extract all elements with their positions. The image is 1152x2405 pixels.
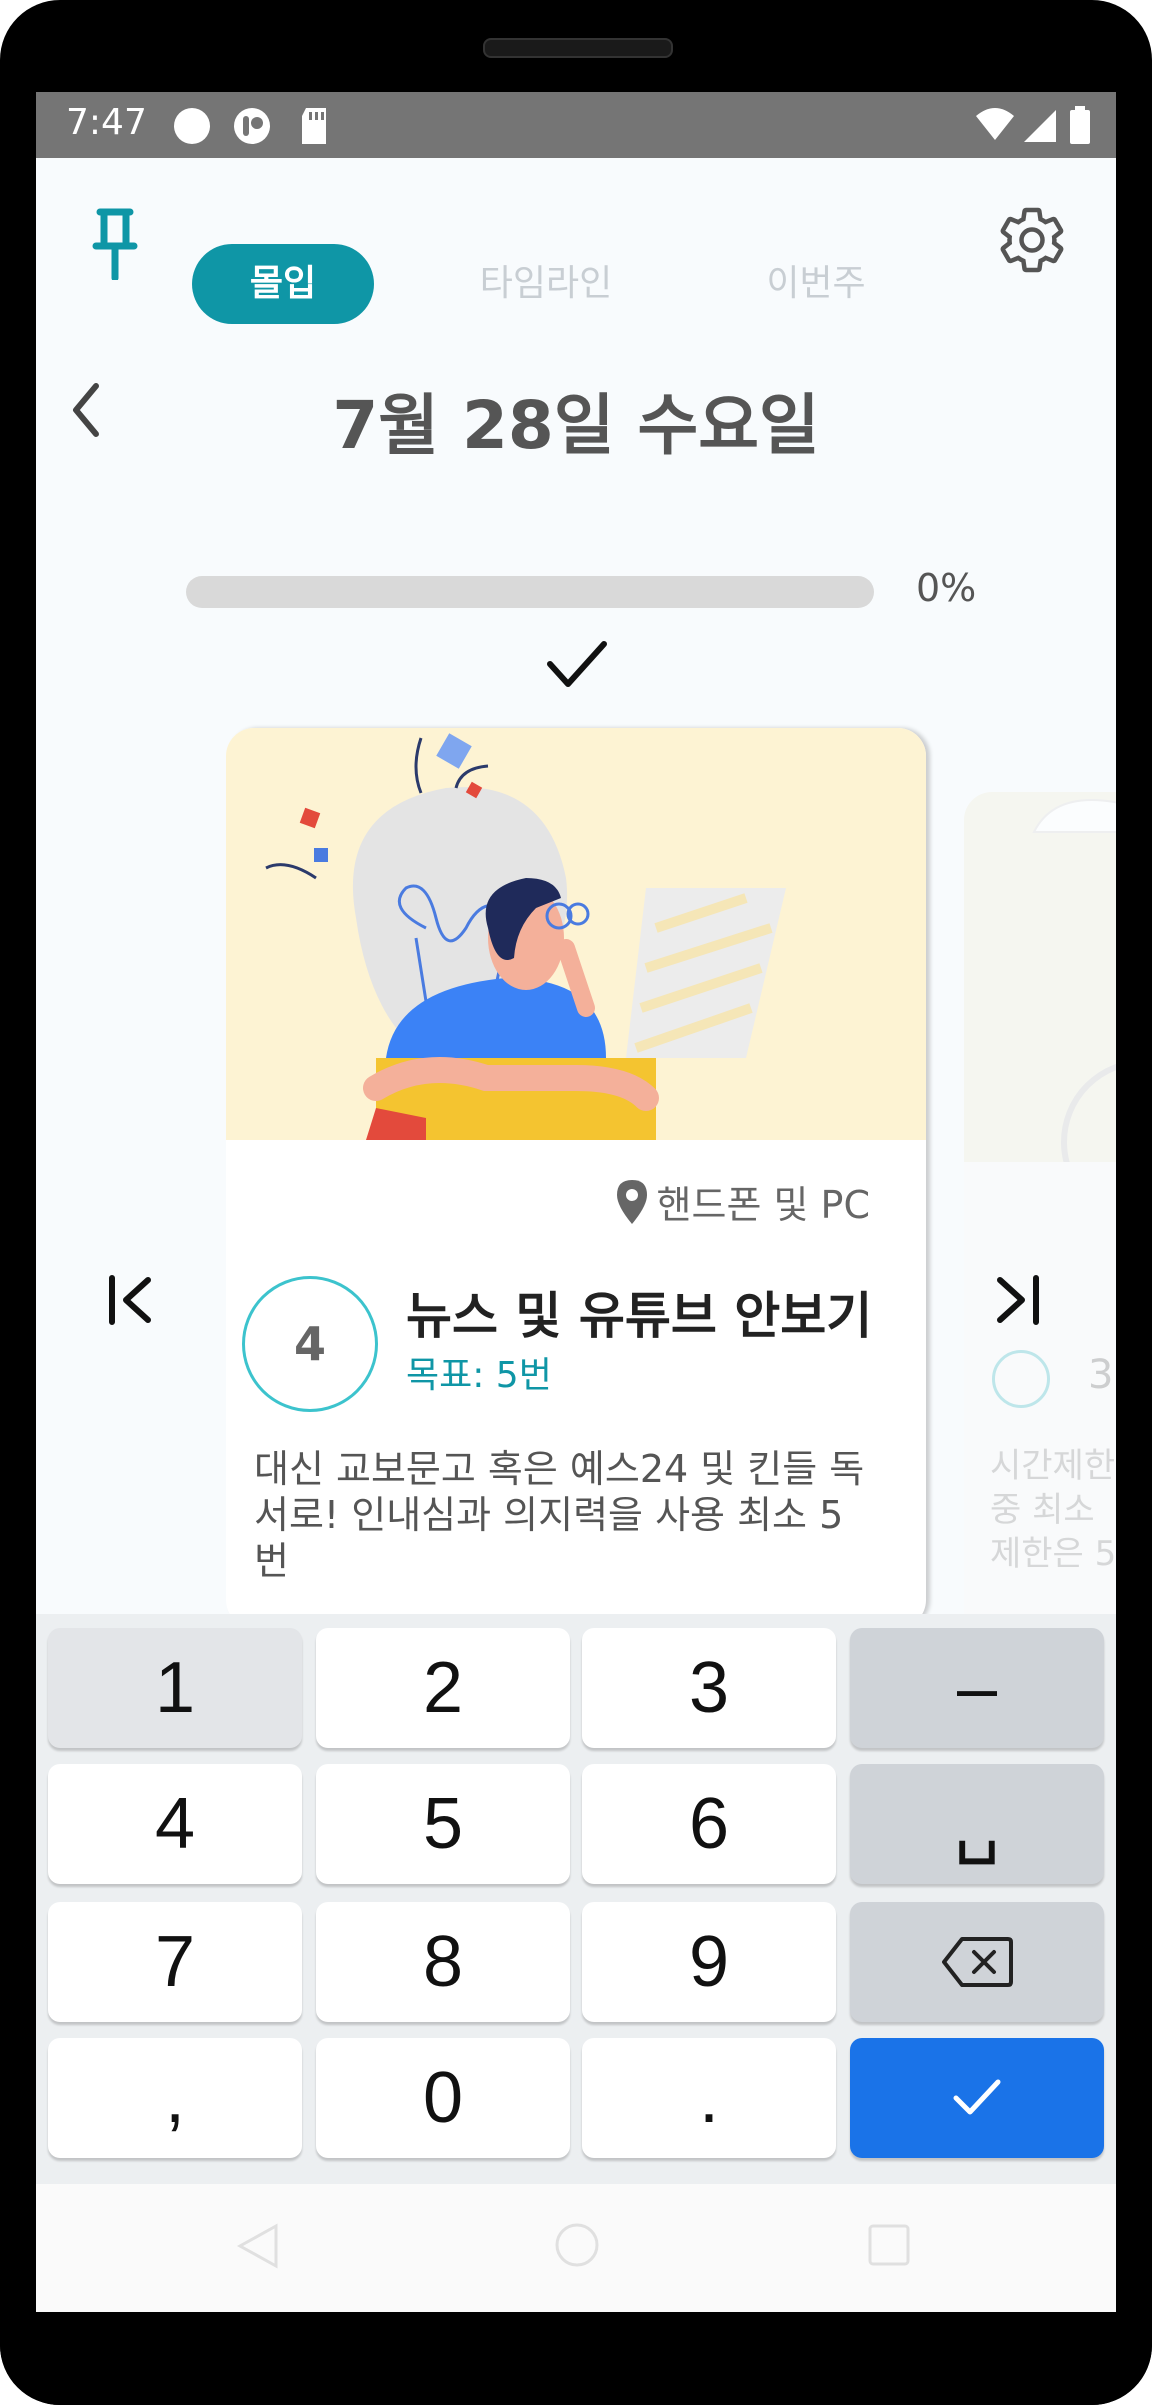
key-minus[interactable]: – <box>850 1628 1104 1748</box>
home-nav-icon[interactable] <box>554 2222 600 2268</box>
tab-this-week[interactable]: 이번주 <box>736 244 896 324</box>
goal-count-circle[interactable]: 4 <box>242 1276 378 1412</box>
key-4[interactable]: 4 <box>48 1764 302 1884</box>
key-backspace[interactable] <box>850 1902 1104 2022</box>
location-pin-icon <box>616 1179 647 1224</box>
key-comma[interactable]: , <box>48 2038 302 2158</box>
daily-progress-bar <box>186 576 874 608</box>
wifi-icon <box>976 108 1014 140</box>
key-space[interactable]: ␣ <box>850 1764 1104 1884</box>
phone-frame: 7:47 몰입 타임라인 이번주 7월 28일 수요일 0% 3 시간제한 중 … <box>0 0 1152 2405</box>
next-card-number: 3 <box>1088 1352 1114 1398</box>
key-3[interactable]: 3 <box>582 1628 836 1748</box>
goal-target: 목표: 5번 <box>406 1355 552 1396</box>
key-done[interactable] <box>850 2038 1104 2158</box>
sd-card-icon <box>302 108 326 144</box>
location-text: 핸드폰 및 PC <box>656 1183 870 1227</box>
recents-nav-icon[interactable] <box>866 2222 912 2268</box>
goal-description: 대신 교보문고 혹은 예스24 및 킨들 독서로! 인내심과 의지력을 사용 최… <box>254 1447 865 1583</box>
key-7[interactable]: 7 <box>48 1902 302 2022</box>
speaker-grille <box>483 38 673 58</box>
goal-title: 뉴스 및 유튜브 안보기 <box>406 1287 873 1345</box>
next-card-description: 시간제한 중 최소 제한은 5 <box>990 1446 1116 1574</box>
status-bar: 7:47 <box>36 92 1116 158</box>
backspace-icon <box>942 1937 1013 1987</box>
battery-icon <box>1070 106 1090 144</box>
next-card-illustration <box>964 792 1116 1221</box>
numeric-keyboard: 1 2 3 – 4 5 6 ␣ 7 8 9 , 0 . <box>36 1614 1116 2184</box>
tab-immersion[interactable]: 몰입 <box>192 244 374 324</box>
goal-card[interactable]: 핸드폰 및 PC 4 뉴스 및 유튜브 안보기 목표: 5번 대신 교보문고 혹… <box>226 728 926 1628</box>
check-icon[interactable] <box>546 638 608 692</box>
key-2[interactable]: 2 <box>316 1628 570 1748</box>
key-8[interactable]: 8 <box>316 1902 570 2022</box>
next-card-count-circle <box>992 1350 1050 1408</box>
screen: 7:47 몰입 타임라인 이번주 7월 28일 수요일 0% 3 시간제한 중 … <box>36 92 1116 2312</box>
key-1[interactable]: 1 <box>48 1628 302 1748</box>
back-nav-icon[interactable] <box>236 2222 280 2270</box>
key-6[interactable]: 6 <box>582 1764 836 1884</box>
goal-illustration <box>226 728 926 1140</box>
next-card-illustration-art <box>1032 799 1116 1221</box>
key-5[interactable]: 5 <box>316 1764 570 1884</box>
date-title: 7월 28일 수요일 <box>332 387 820 464</box>
status-time: 7:47 <box>66 102 147 143</box>
notification-circle-icon <box>174 108 210 144</box>
system-nav-bar <box>36 2184 1116 2312</box>
app-notification-icon <box>234 108 270 144</box>
key-period[interactable]: . <box>582 2038 836 2158</box>
skip-last-icon[interactable] <box>994 1274 1042 1326</box>
tab-timeline[interactable]: 타임라인 <box>446 244 646 324</box>
location-label: 핸드폰 및 PC <box>615 1174 870 1229</box>
skip-first-icon[interactable] <box>106 1274 154 1326</box>
date-header: 7월 28일 수요일 <box>36 362 1116 472</box>
goal-illustration-art <box>265 733 786 1140</box>
key-0[interactable]: 0 <box>316 2038 570 2158</box>
bottom-bezel <box>0 2312 1152 2405</box>
next-goal-card[interactable]: 3 시간제한 중 최소 제한은 5 <box>964 792 1116 1652</box>
progress-percent: 0% <box>916 566 977 610</box>
key-9[interactable]: 9 <box>582 1902 836 2022</box>
cell-signal-icon <box>1024 110 1056 142</box>
done-check-icon <box>953 2079 1001 2115</box>
view-tabs: 몰입 타임라인 이번주 <box>36 244 1116 324</box>
